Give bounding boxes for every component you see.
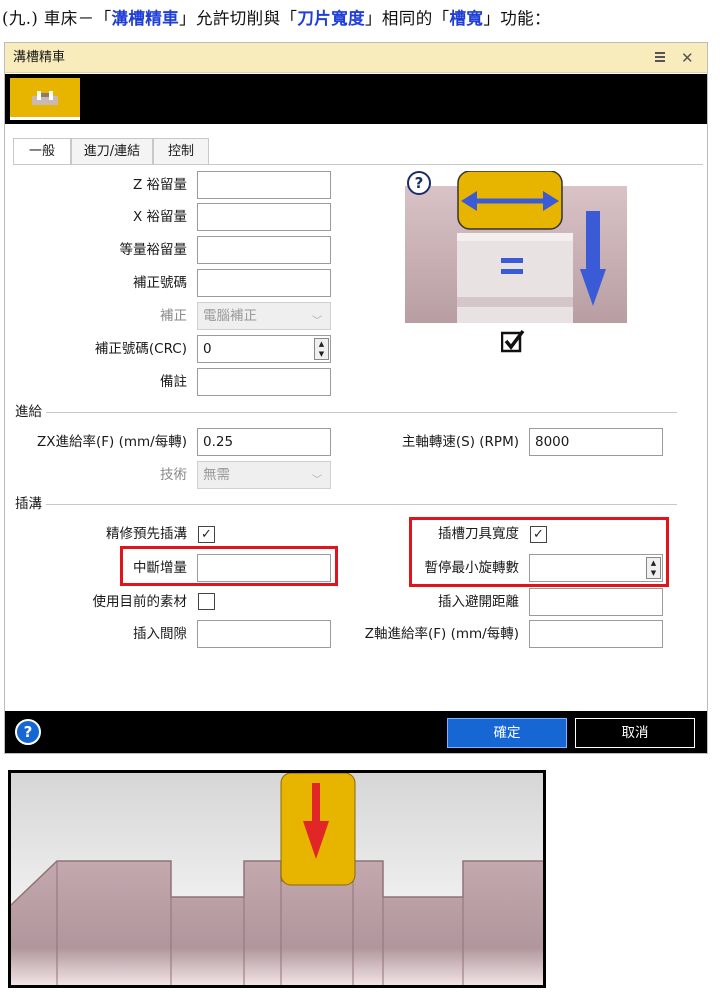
comp-number-label: 補正號碼 (133, 275, 187, 291)
equal-stock-label: 等量裕留量 (119, 242, 188, 258)
groove-finish-dialog: 溝槽精車 ✕ 一般 進刀/連結 控制 Z 裕留量 X 裕留量 等量裕留量 補正號… (4, 42, 708, 754)
heading-middle: 」允許切削與「 (179, 9, 298, 28)
help-icon[interactable]: ? (15, 719, 41, 745)
spindle-speed-label: 主軸轉速(S) (RPM) (401, 434, 519, 450)
spin-down-icon[interactable]: ▼ (315, 349, 328, 359)
chevron-down-icon: ﹀ (312, 316, 322, 327)
tool-width-highlight-box (409, 517, 669, 587)
heading-suffix: 」功能： (483, 9, 551, 28)
dialog-title: 溝槽精車 (13, 50, 66, 65)
x-stock-label: X 裕留量 (132, 209, 187, 225)
operation-icon-bar (5, 74, 707, 124)
feed-group-rule (15, 412, 677, 413)
ok-button[interactable]: 確定 (447, 718, 567, 748)
menu-pin-icon[interactable] (655, 50, 665, 64)
notes-input[interactable] (197, 368, 331, 396)
groove-preview-image: ? (405, 170, 627, 323)
z-feed-input[interactable] (529, 620, 663, 648)
zx-feed-label: ZX進給率(F) (mm/每轉) (37, 434, 187, 450)
z-feed-label: Z軸進給率(F) (mm/每轉) (364, 626, 519, 642)
spindle-speed-input[interactable]: 8000 (529, 428, 663, 456)
plunge-avoid-input[interactable] (529, 588, 663, 616)
notes-label: 備註 (160, 374, 187, 390)
equal-stock-input[interactable] (197, 236, 331, 264)
zx-feed-input[interactable]: 0.25 (197, 428, 331, 456)
technique-label: 技術 (160, 467, 187, 483)
heading-op-name: 溝槽精車 (111, 9, 180, 28)
heading-param: 刀片寬度 (297, 9, 365, 28)
compensation-select[interactable]: 電腦補正 ﹀ (197, 302, 331, 330)
technique-select[interactable]: 無需 ﹀ (197, 461, 331, 489)
technique-value: 無需 (203, 467, 230, 483)
dialog-footer: ? 確定 取消 (5, 711, 707, 753)
chevron-down-icon: ﹀ (312, 475, 322, 486)
plunge-group-rule (15, 504, 677, 505)
finish-first-checkbox[interactable]: ✓ (198, 526, 215, 543)
compensation-value: 電腦補正 (203, 308, 257, 324)
cancel-button[interactable]: 取消 (575, 718, 695, 748)
comp-number-input[interactable] (197, 269, 331, 297)
heading-middle2: 」相同的「 (365, 9, 450, 28)
heading-feature: 槽寬 (449, 9, 484, 28)
comp-crc-value: 0 (203, 341, 212, 357)
plunge-clearance-label: 插入間隙 (133, 626, 187, 642)
dialog-titlebar: 溝槽精車 ✕ (5, 43, 707, 73)
plunge-group-title: 插溝 (15, 495, 46, 513)
tab-divider (13, 164, 703, 165)
plunge-clearance-input[interactable] (197, 620, 331, 648)
close-icon[interactable]: ✕ (681, 43, 694, 73)
compensation-label: 補正 (160, 308, 187, 324)
comp-crc-spinner[interactable]: ▲ ▼ (314, 338, 329, 360)
comp-crc-label: 補正號碼(CRC) (94, 341, 187, 357)
z-stock-input[interactable] (197, 171, 331, 199)
finish-first-label: 精修預先插溝 (106, 526, 187, 542)
tab-entry-link[interactable]: 進刀/連結 (71, 138, 153, 164)
x-stock-input[interactable] (197, 203, 331, 231)
groove-simulation-image (8, 770, 546, 988)
tab-general[interactable]: 一般 (13, 138, 71, 165)
preview-help-icon[interactable]: ? (407, 171, 431, 195)
plunge-avoid-label: 插入避開距離 (438, 594, 519, 610)
spin-up-icon[interactable]: ▲ (315, 339, 328, 349)
groove-tool-icon[interactable] (10, 78, 80, 120)
tab-control[interactable]: 控制 (153, 138, 209, 164)
interrupt-highlight-box (120, 546, 338, 586)
use-current-stock-checkbox[interactable] (198, 593, 215, 610)
document-heading: (九.) 車床－「溝槽精車」允許切削與「刀片寬度」相同的「槽寬」功能： (2, 2, 722, 36)
comp-crc-input[interactable]: 0 ▲ ▼ (197, 335, 331, 363)
z-stock-label: Z 裕留量 (132, 177, 187, 193)
heading-prefix: (九.) 車床－「 (2, 9, 112, 28)
preview-check-icon (500, 329, 525, 353)
use-current-stock-label: 使用目前的素材 (92, 594, 188, 610)
feed-group-title: 進給 (15, 403, 46, 421)
